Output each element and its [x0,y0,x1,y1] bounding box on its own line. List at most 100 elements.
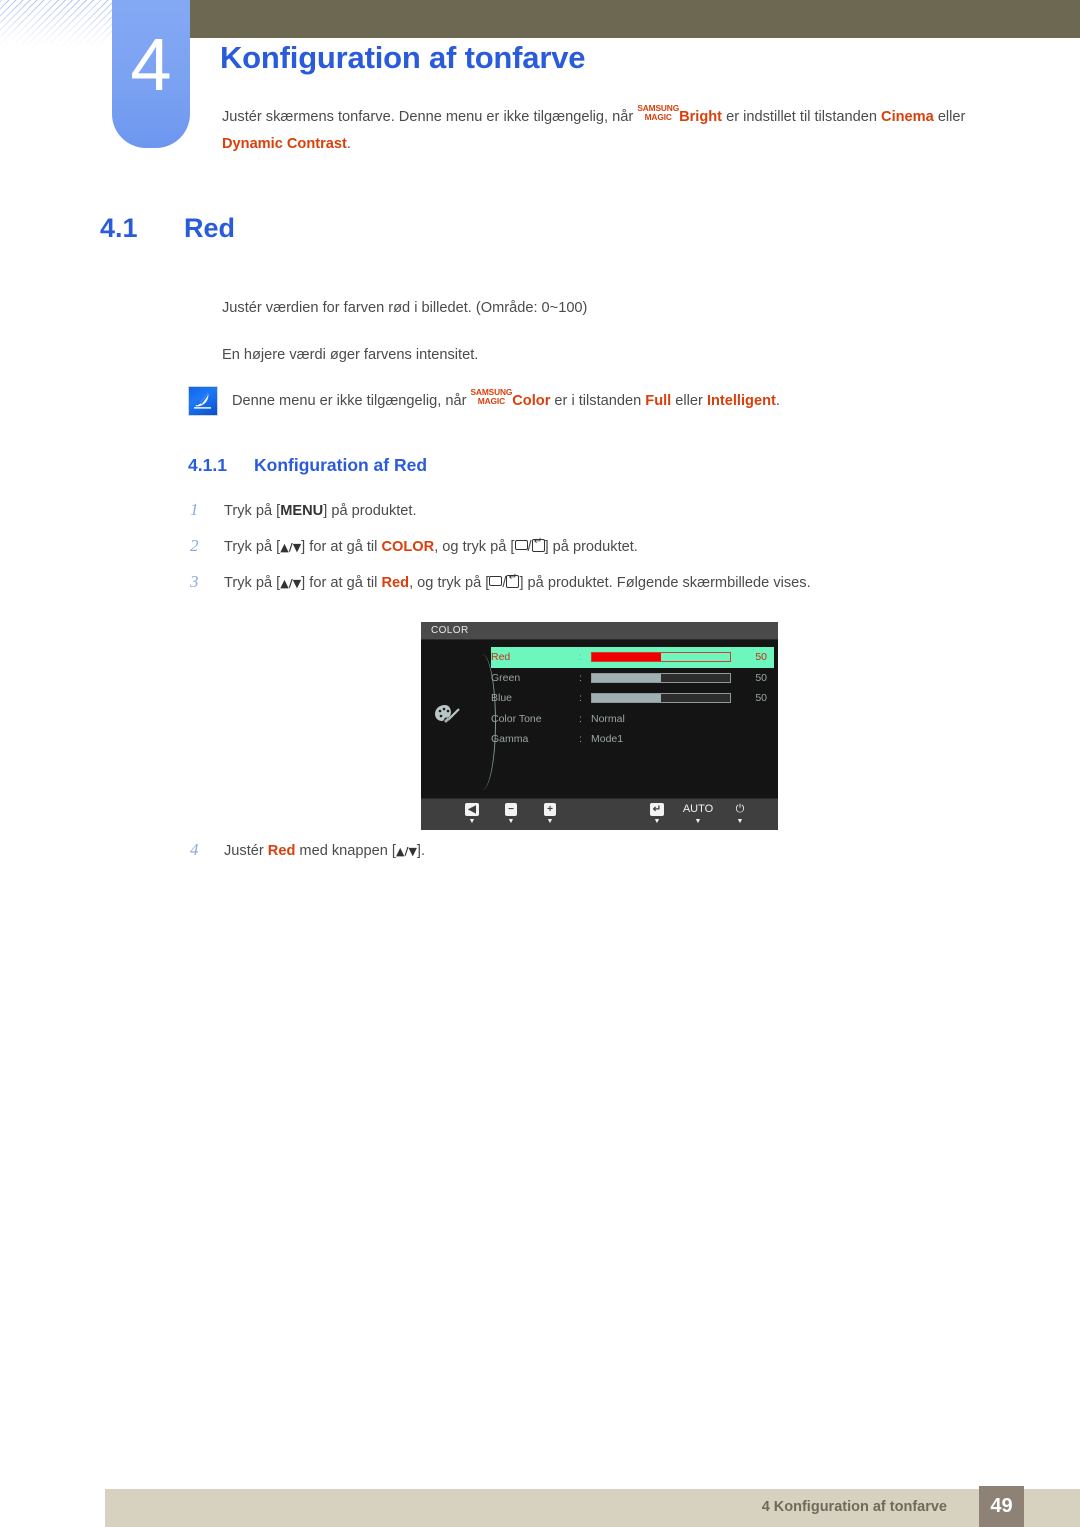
osd-row-label: Gamma [491,733,529,746]
osd-row-color-tone[interactable]: Color Tone : Normal [491,709,774,730]
osd-row-label: Color Tone [491,712,542,725]
step-text-3: , og tryk på [ [434,538,515,555]
osd-row-value: 50 [755,671,767,684]
osd-row-label: Blue [491,692,513,705]
osd-row-colon: : [579,651,582,664]
intro-text-4: . [346,136,351,152]
chevron-down-icon: ▼ [468,818,476,825]
bright-keyword: Bright [679,109,723,125]
osd-row-green[interactable]: Green : 50 [491,668,774,689]
osd-row-blue[interactable]: Blue : 50 [491,688,774,709]
plus-icon: + [533,803,567,816]
note-text-2: er i tilstanden [550,393,646,409]
step-text-2: ] på produktet. [323,503,417,519]
osd-button-left-arrow[interactable]: ◀ ▼ [455,803,489,826]
osd-button-auto[interactable]: AUTO ▼ [681,803,715,826]
step-text-3: ]. [416,843,426,859]
up-down-arrow-icon: ▲/▼ [280,577,302,590]
chevron-down-icon: ▼ [736,818,744,825]
osd-slider-green[interactable] [591,672,731,683]
intelligent-keyword: Intelligent [706,393,776,409]
section-paragraph-1: Justér værdien for farven rød i billedet… [222,300,588,316]
enter-button-icon [531,536,545,552]
enter-button-icon [506,572,520,588]
samsung-magic-logo: SAMSUNG MAGIC [471,388,513,405]
step-number: 3 [190,572,199,591]
osd-row-colon: : [579,733,582,746]
step-text-4: ] på produktet. Følgende skærmbillede vi… [519,575,811,591]
osd-row-colon: : [579,692,582,705]
step-text: Tryk på [MENU] på produktet. [224,501,417,521]
samsung-note-icon [188,386,218,416]
page-number-badge: 49 [979,1486,1024,1527]
note-text-4: . [775,393,780,409]
osd-row-value: 50 [755,692,767,705]
source-button-icon [489,576,503,586]
up-down-arrow-icon: ▲/▼ [280,540,302,554]
osd-row-label: Green [491,671,521,684]
color-keyword: Color [512,393,551,409]
note-text: Denne menu er ikke tilgængelig, når SAMS… [232,386,780,416]
dynamic-contrast-keyword: Dynamic Contrast [222,136,347,152]
section-number: 4.1 [100,213,138,243]
note-text-1: Denne menu er ikke tilgængelig, når [232,393,471,409]
menu-key-label: MENU [280,503,324,519]
intro-text-2: er indstillet til tilstanden [722,109,882,125]
footer-text: 4 Konfiguration af tonfarve [761,1499,947,1515]
osd-title-bar: COLOR [421,622,778,640]
osd-menu-screenshot: COLOR Red : 50 Green: 50 Blue: 50 Colo… [421,622,778,830]
osd-button-plus[interactable]: + ▼ [533,803,567,826]
osd-row-colon: : [579,712,582,725]
document-page: 4 Konfiguration af tonfarve Justér skærm… [0,0,1080,1527]
subsection-number: 4.1.1 [188,455,227,475]
chevron-down-icon: ▼ [507,818,515,825]
up-down-arrow-icon: ▲/▼ [395,845,417,858]
osd-row-gamma[interactable]: Gamma : Mode1 [491,729,774,750]
header-band [190,0,1080,38]
osd-row-label: Red [491,651,511,664]
osd-button-power[interactable]: ⏻ ▼ [723,803,757,826]
step-text-1: Tryk på [ [224,575,281,591]
osd-slider-blue[interactable] [591,693,731,704]
decorative-hatch-pattern [0,0,112,46]
color-keyword: COLOR [381,538,435,555]
osd-button-minus[interactable]: − ▼ [494,803,528,826]
chevron-down-icon: ▼ [546,818,554,825]
full-keyword: Full [645,393,672,409]
intro-text-1: Justér skærmens tonfarve. Denne menu er … [222,109,638,125]
osd-row-list: Red : 50 Green : 50 Blue : 50 Color Tone… [491,647,774,750]
slash-separator: / [527,538,532,555]
source-button-icon [514,539,528,550]
left-arrow-icon: ◀ [455,803,489,816]
osd-row-red[interactable]: Red : 50 [491,647,774,668]
power-icon: ⏻ [735,803,745,815]
section-heading: 4.1 Red [100,213,235,244]
chevron-down-icon: ▼ [653,818,661,825]
red-keyword: Red [381,575,410,591]
step-text-3: , og tryk på [ [409,575,490,591]
subsection-heading: 4.1.1 Konfiguration af Red [188,455,427,476]
osd-button-enter[interactable]: ↵ ▼ [640,803,674,826]
step-text-1: Justér [224,843,268,859]
minus-icon: − [494,803,528,816]
osd-row-value: Normal [591,712,625,725]
step-number: 2 [190,535,199,555]
color-palette-icon [433,702,467,728]
osd-slider-red[interactable] [591,652,731,663]
magic-bottom: MAGIC [477,396,505,406]
osd-button-bar: ◀ ▼ − ▼ + ▼ ↵ ▼ AUTO ▼ ⏻ ▼ [421,798,778,830]
magic-bottom: MAGIC [644,112,672,122]
step-list: 1 Tryk på [MENU] på produktet. 2 Tryk på… [190,500,1010,609]
page-title: Konfiguration af tonfarve [220,40,586,75]
list-item: 4 Justér Red med knappen [▲/▼]. [190,840,425,862]
subsection-title: Konfiguration af Red [254,455,428,475]
step-text-2: ] for at gå til [301,538,382,555]
step-text-1: Tryk på [ [224,503,281,519]
list-item: 2 Tryk på [▲/▼] for at gå til COLOR, og … [190,536,1010,558]
enter-icon: ↵ [640,803,674,816]
step-text: Tryk på [▲/▼] for at gå til COLOR, og tr… [224,536,638,558]
list-item: 1 Tryk på [MENU] på produktet. [190,500,1010,521]
cinema-keyword: Cinema [881,109,934,125]
step-number: 1 [190,500,199,519]
step-text-1: Tryk på [ [224,538,281,555]
